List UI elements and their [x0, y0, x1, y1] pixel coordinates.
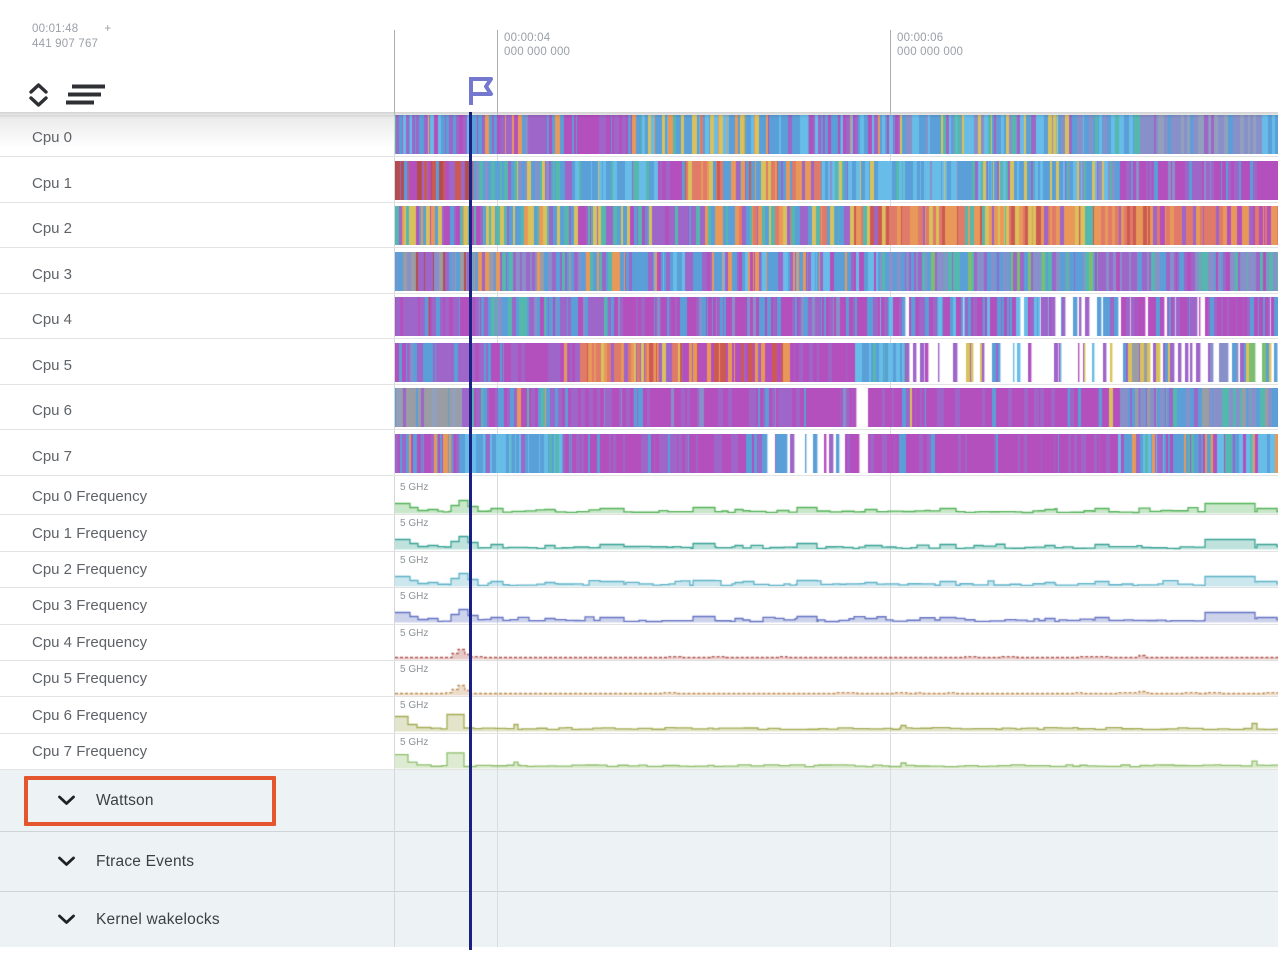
freq-counter-track[interactable]	[395, 552, 1278, 588]
freq-track-row: Cpu 2 Frequency5 GHz	[0, 552, 1278, 588]
sched-track-row: Cpu 5	[0, 343, 1278, 389]
sched-slices-track[interactable]	[395, 252, 1278, 291]
freq-track-row: Cpu 1 Frequency5 GHz	[0, 515, 1278, 551]
tick-time: 00:00:04	[504, 31, 570, 45]
track-label[interactable]: Cpu 2	[32, 206, 362, 252]
sched-slices-track[interactable]	[395, 434, 1278, 473]
time-ruler[interactable]: 00:01:48+ 441 907 767 00:00:04000 000 00…	[0, 0, 1278, 112]
row-separator	[0, 338, 1278, 339]
sched-track-row: Cpu 4	[0, 297, 1278, 343]
row-separator	[0, 156, 1278, 157]
track-label[interactable]: Cpu 6	[32, 388, 362, 434]
sched-track-row: Cpu 6	[0, 388, 1278, 434]
ruler-tick-line	[497, 30, 498, 112]
track-label[interactable]: Cpu 6 Frequency	[32, 697, 147, 732]
sort-tracks-icon[interactable]	[63, 83, 107, 107]
chevron-down-icon	[57, 856, 76, 867]
sched-track-row: Cpu 3	[0, 252, 1278, 298]
tick-time: 00:00:06	[897, 31, 963, 45]
freq-counter-track[interactable]	[395, 479, 1278, 515]
track-label[interactable]: Cpu 0 Frequency	[32, 479, 147, 514]
section-label: Kernel wakelocks	[96, 911, 220, 929]
sched-slices-track[interactable]	[395, 297, 1278, 336]
sched-slices-track[interactable]	[395, 343, 1278, 382]
track-label[interactable]: Cpu 1	[32, 161, 362, 207]
freq-track-row: Cpu 4 Frequency5 GHz	[0, 625, 1278, 661]
freq-counter-track[interactable]	[395, 734, 1278, 770]
plus-sign: +	[104, 23, 111, 35]
section-header-row-wattson[interactable]: Wattson	[0, 770, 1278, 831]
chevron-down-icon	[57, 914, 76, 925]
track-label[interactable]: Cpu 2 Frequency	[32, 552, 147, 587]
track-label[interactable]: Cpu 5 Frequency	[32, 661, 147, 696]
tick-nanos: 000 000 000	[897, 45, 963, 59]
expand-collapse-tracks-icon[interactable]	[28, 82, 49, 108]
sched-track-row: Cpu 7	[0, 434, 1278, 480]
flag-marker-icon[interactable]	[464, 76, 496, 111]
section-header-row-ftrace-events[interactable]: Ftrace Events	[0, 831, 1278, 891]
freq-track-row: Cpu 0 Frequency5 GHz	[0, 479, 1278, 515]
sched-track-row: Cpu 1	[0, 161, 1278, 207]
ruler-track-boundary-line	[394, 30, 395, 112]
trace-duration: 00:01:48+ 441 907 767	[32, 22, 111, 52]
perfetto-timeline-panel: Wattson Ftrace Events Kernel wakelocks Cpu…	[0, 0, 1278, 956]
header-shadow	[0, 112, 1278, 118]
section-label: Wattson	[96, 792, 154, 810]
freq-counter-track[interactable]	[395, 697, 1278, 733]
track-label[interactable]: Cpu 1 Frequency	[32, 515, 147, 550]
row-separator	[0, 247, 1278, 248]
row-separator	[0, 384, 1278, 385]
ruler-tick-label: 00:00:06000 000 000	[897, 31, 963, 59]
track-label[interactable]: Cpu 5	[32, 343, 362, 389]
track-label[interactable]: Cpu 4	[32, 297, 362, 343]
freq-track-row: Cpu 6 Frequency5 GHz	[0, 697, 1278, 733]
track-label[interactable]: Cpu 0	[32, 115, 362, 161]
sched-slices-track[interactable]	[395, 115, 1278, 154]
tick-nanos: 000 000 000	[504, 45, 570, 59]
sched-slices-track[interactable]	[395, 161, 1278, 200]
freq-counter-track[interactable]	[395, 588, 1278, 624]
chevron-down-icon	[57, 795, 76, 806]
ruler-tick-line	[890, 30, 891, 112]
sched-track-row: Cpu 2	[0, 206, 1278, 252]
track-label[interactable]: Cpu 3	[32, 252, 362, 298]
row-separator	[0, 475, 1278, 476]
trace-duration-nanos: 441 907 767	[32, 37, 111, 52]
freq-counter-track[interactable]	[395, 515, 1278, 551]
freq-counter-track[interactable]	[395, 625, 1278, 661]
ruler-tick-label: 00:00:04000 000 000	[504, 31, 570, 59]
section-header-row-kernel-wakelocks[interactable]: Kernel wakelocks	[0, 891, 1278, 947]
freq-track-row: Cpu 7 Frequency5 GHz	[0, 734, 1278, 770]
sched-slices-track[interactable]	[395, 388, 1278, 427]
row-separator	[0, 429, 1278, 430]
freq-track-row: Cpu 3 Frequency5 GHz	[0, 588, 1278, 624]
sched-slices-track[interactable]	[395, 206, 1278, 245]
freq-counter-track[interactable]	[395, 661, 1278, 697]
sched-track-row: Cpu 0	[0, 115, 1278, 161]
track-label[interactable]: Cpu 7 Frequency	[32, 734, 147, 769]
trace-duration-time: 00:01:48+	[32, 22, 111, 37]
track-label[interactable]: Cpu 3 Frequency	[32, 588, 147, 623]
flag-marker-line	[469, 100, 472, 950]
track-label[interactable]: Cpu 4 Frequency	[32, 625, 147, 660]
section-label: Ftrace Events	[96, 853, 194, 871]
row-separator	[0, 293, 1278, 294]
track-label[interactable]: Cpu 7	[32, 434, 362, 480]
row-separator	[0, 202, 1278, 203]
freq-track-row: Cpu 5 Frequency5 GHz	[0, 661, 1278, 697]
